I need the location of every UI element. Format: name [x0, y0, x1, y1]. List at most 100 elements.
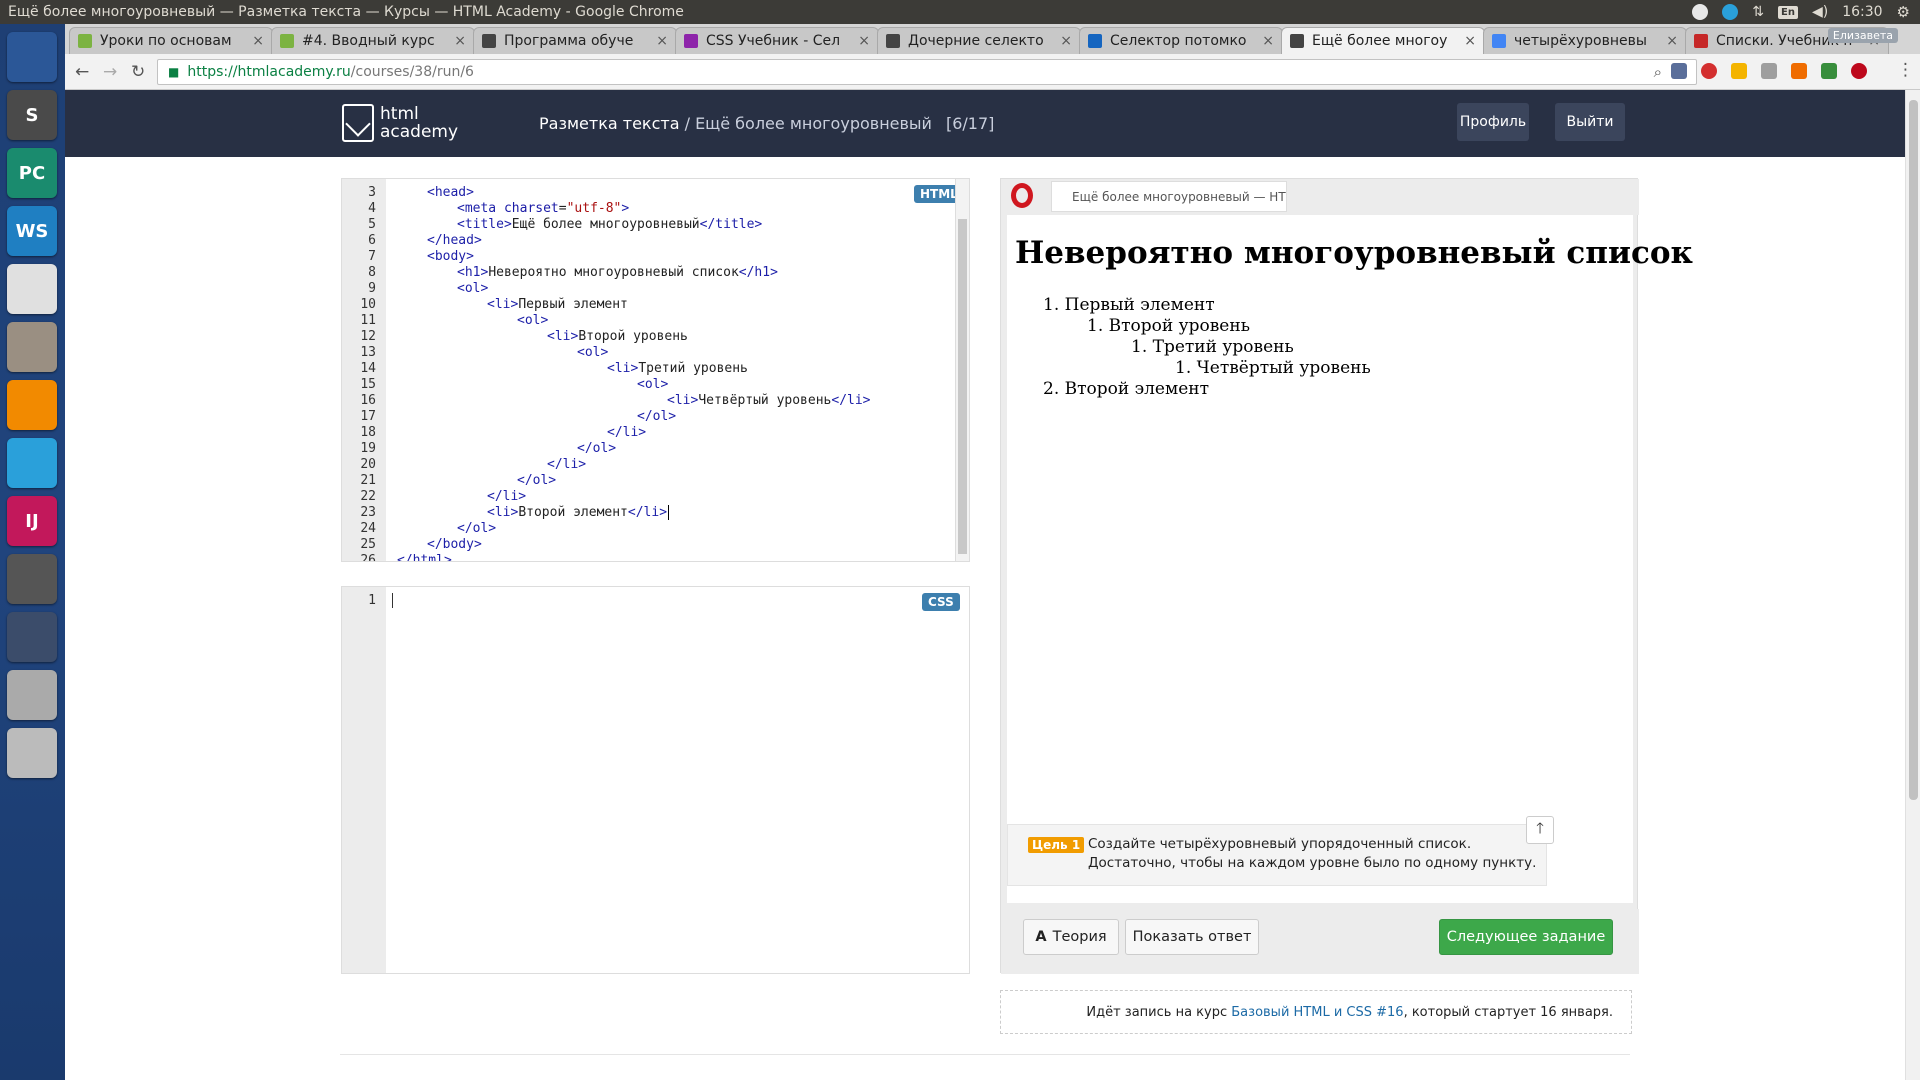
vlc-icon[interactable]: [7, 380, 57, 430]
reload-icon[interactable]: ↻: [131, 62, 145, 82]
extension-icon[interactable]: [1671, 63, 1687, 79]
page-scroll-thumb[interactable]: [1909, 100, 1918, 800]
css-editor[interactable]: 1 CSS: [341, 586, 970, 974]
extension-icon[interactable]: [1791, 63, 1807, 79]
code-line: <ol>: [637, 377, 668, 393]
tab-close-icon[interactable]: ×: [1666, 33, 1678, 49]
tab-close-icon[interactable]: ×: [1464, 33, 1476, 49]
preview-list-item: 1. Третий уровень: [1131, 337, 1294, 357]
drive-icon[interactable]: [7, 670, 57, 720]
line-number: 22: [360, 489, 376, 504]
chrome-icon[interactable]: [7, 264, 57, 314]
keyboard-layout-indicator[interactable]: En: [1778, 5, 1798, 19]
volume-icon[interactable]: ◀): [1812, 4, 1828, 20]
webstorm-icon[interactable]: WS: [7, 206, 57, 256]
enroll-prefix: Идёт запись на курс: [1086, 1004, 1228, 1020]
tab-close-icon[interactable]: ×: [1262, 33, 1274, 49]
goal-box: Цель 1 Создайте четырёхуровневый упорядо…: [1007, 824, 1547, 886]
show-answer-button[interactable]: Показать ответ: [1125, 919, 1259, 955]
theory-button-label: Теория: [1052, 929, 1107, 945]
address-bar[interactable]: ■ https://htmlacademy.ru/courses/38/run/…: [157, 59, 1697, 85]
opera-extension-icon[interactable]: [1701, 63, 1717, 79]
power-gear-icon[interactable]: ⚙: [1897, 3, 1910, 21]
code-line: <ol>: [517, 313, 548, 329]
htmlacademy-logo[interactable]: html academy: [342, 104, 458, 142]
browser-tab[interactable]: Селектор потомко ×: [1079, 27, 1283, 54]
opera-logo-icon: [1011, 183, 1033, 208]
telegram-tray-icon[interactable]: [1722, 4, 1739, 20]
line-number: 4: [368, 201, 376, 216]
browser-tab[interactable]: Уроки по основам ×: [69, 27, 273, 54]
profile-button[interactable]: Профиль: [1457, 103, 1529, 141]
lesson-counter[interactable]: [6/17]: [946, 114, 994, 133]
line-number: 12: [360, 329, 376, 344]
logo-line2: academy: [380, 122, 459, 142]
secure-lock-icon[interactable]: ■: [168, 65, 179, 79]
logout-button[interactable]: Выйти: [1555, 103, 1625, 141]
theory-button[interactable]: A Теория: [1023, 919, 1119, 955]
code-line: <li>Четвёртый уровень</li>: [667, 393, 871, 409]
next-task-button[interactable]: Следующее задание: [1439, 919, 1613, 955]
browser-tab[interactable]: CSS Учебник - Сел ×: [675, 27, 879, 54]
html-editor-scrollbar[interactable]: [955, 179, 969, 561]
files-icon[interactable]: [7, 322, 57, 372]
browser-tab[interactable]: #4. Вводный курс ×: [271, 27, 475, 54]
breadcrumb-separator: /: [679, 114, 696, 133]
html-editor[interactable]: 3 <head> 4 <meta charset="utf-8"> 5 <title>Ещ…: [341, 178, 970, 562]
line-number: 3: [368, 185, 376, 200]
tab-label: Ещё более многоу: [1312, 33, 1448, 49]
breadcrumb: Разметка текста / Ещё более многоуровнев…: [539, 114, 994, 133]
browser-tab[interactable]: Ещё более многоу ×: [1281, 27, 1485, 54]
telegram-icon[interactable]: [7, 438, 57, 488]
pinterest-extension-icon[interactable]: [1851, 63, 1867, 79]
chrome-profile-badge[interactable]: Елизавета: [1827, 28, 1898, 43]
tab-close-icon[interactable]: ×: [454, 33, 466, 49]
chrome-menu-icon[interactable]: ⋮: [1897, 60, 1914, 80]
tab-close-icon[interactable]: ×: [252, 33, 264, 49]
software-updater-icon[interactable]: [7, 554, 57, 604]
browser-tab[interactable]: четырёхуровневы ×: [1483, 27, 1687, 54]
tab-label: #4. Вводный курс: [302, 33, 435, 49]
eyedropper-extension-icon[interactable]: [1761, 63, 1777, 79]
pycharm-icon[interactable]: PC: [7, 148, 57, 198]
line-number: 23: [360, 505, 376, 520]
workspace-switcher-icon[interactable]: [7, 612, 57, 662]
code-token: <li>: [487, 297, 519, 312]
zoom-icon[interactable]: ⌕: [1654, 63, 1662, 81]
extension-icon[interactable]: [1731, 63, 1747, 79]
tab-favicon-icon: [1088, 34, 1102, 48]
back-arrow-icon[interactable]: ←: [75, 62, 89, 82]
code-token: <li>: [547, 329, 579, 344]
extension-icon[interactable]: [1821, 63, 1837, 79]
line-number: 18: [360, 425, 376, 440]
tab-close-icon[interactable]: ×: [656, 33, 668, 49]
code-token: <li>: [667, 393, 699, 408]
clock[interactable]: 16:30: [1842, 4, 1882, 20]
tab-close-icon[interactable]: ×: [858, 33, 870, 49]
browser-tab[interactable]: Программа обуче ×: [473, 27, 677, 54]
collapse-goal-arrow-icon[interactable]: 🡑: [1526, 816, 1554, 844]
tab-close-icon[interactable]: ×: [1060, 33, 1072, 49]
forward-arrow-icon[interactable]: →: [103, 62, 117, 82]
intellij-icon[interactable]: IJ: [7, 496, 57, 546]
tab-label: Программа обуче: [504, 33, 634, 49]
course-link[interactable]: Базовый HTML и CSS #16: [1231, 1005, 1403, 1020]
code-token: </h1>: [738, 265, 778, 280]
code-token: Первый элемент: [518, 297, 628, 312]
chrome-tray-icon[interactable]: [1692, 4, 1709, 20]
url-host: https://htmlacademy.ru: [187, 64, 351, 80]
trash-icon[interactable]: [7, 728, 57, 778]
ubuntu-dash-icon[interactable]: [7, 32, 57, 82]
preview-panel: Ещё более многоуровневый — HT Невероятно…: [1000, 178, 1693, 974]
breadcrumb-section-link[interactable]: Разметка текста: [539, 114, 680, 133]
line-number: 24: [360, 521, 376, 536]
line-number: 10: [360, 297, 376, 312]
page-scrollbar[interactable]: [1905, 90, 1920, 1080]
html-editor-scroll-thumb[interactable]: [958, 219, 967, 554]
browser-tab[interactable]: Дочерние селекто ×: [877, 27, 1081, 54]
code-line: <ol>: [457, 281, 488, 297]
network-icon[interactable]: ⇅: [1752, 4, 1764, 20]
sublime-text-icon[interactable]: S: [7, 90, 57, 140]
code-token: Второй элемент: [518, 505, 628, 520]
system-tray: ⇅ En ◀) 16:30 ⚙: [1692, 3, 1920, 21]
